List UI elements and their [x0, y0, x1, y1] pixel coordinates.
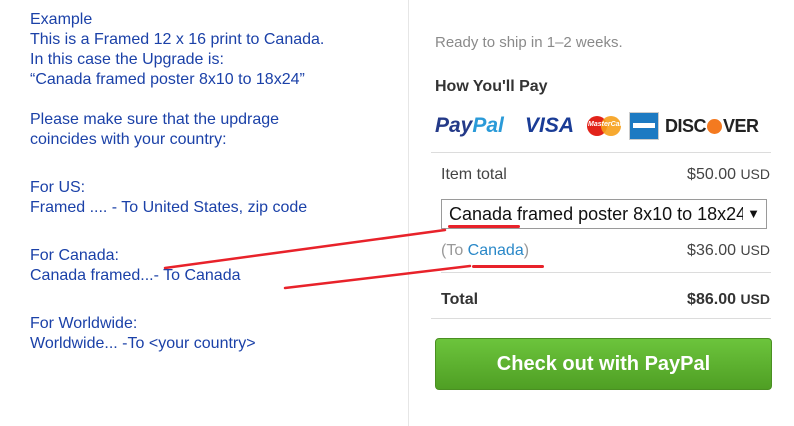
visa-logo: VISA	[525, 114, 575, 137]
annotation-underline-select	[448, 225, 520, 228]
note-line: Please make sure that the updrage	[30, 111, 280, 128]
checkout-paypal-button[interactable]: Check out with PayPal	[435, 338, 772, 390]
note-line: In this case the Upgrade is:	[30, 51, 224, 68]
note-line: coincides with your country:	[30, 131, 227, 148]
note-line: Canada framed...- To Canada	[30, 267, 241, 284]
shipping-value: $36.00 USD	[687, 242, 770, 259]
annotation-underline-country	[472, 265, 544, 268]
note-line: For Canada:	[30, 247, 119, 264]
item-total-value: $50.00 USD	[687, 166, 770, 183]
divider	[441, 272, 771, 273]
dropdown-arrow-icon: ▼	[743, 200, 760, 228]
divider	[431, 152, 771, 153]
note-line: For US:	[30, 179, 86, 196]
total-label: Total	[441, 291, 479, 308]
shipping-country-link[interactable]: Canada	[468, 242, 524, 259]
instructions-panel: Example This is a Framed 12 x 16 print t…	[0, 0, 408, 426]
note-line: Framed .... - To United States, zip code	[30, 199, 308, 216]
note-line: Worldwide... -To <your country>	[30, 335, 256, 352]
note-line: For Worldwide:	[30, 315, 138, 332]
note-line: Example	[30, 11, 93, 28]
note-line: “Canada framed poster 8x10 to 18x24”	[30, 71, 305, 88]
note-line: This is a Framed 12 x 16 print to Canada…	[30, 31, 325, 48]
item-total-label: Item total	[441, 166, 507, 183]
mastercard-logo: MasterCard	[585, 112, 627, 140]
shipping-note: Ready to ship in 1–2 weeks.	[435, 34, 623, 51]
amex-logo	[629, 112, 659, 140]
checkout-panel: Ready to ship in 1–2 weeks. How You'll P…	[409, 0, 794, 426]
how-you-pay-title: How You'll Pay	[435, 78, 548, 95]
upgrade-select-value: Canada framed poster 8x10 to 18x24	[449, 204, 747, 224]
divider	[431, 318, 771, 319]
total-value: $86.00 USD	[687, 291, 770, 308]
paypal-logo: Pay Pal	[435, 114, 504, 137]
discover-logo: DISC VER	[665, 115, 759, 136]
shipping-destination: (To Canada)	[441, 242, 530, 259]
